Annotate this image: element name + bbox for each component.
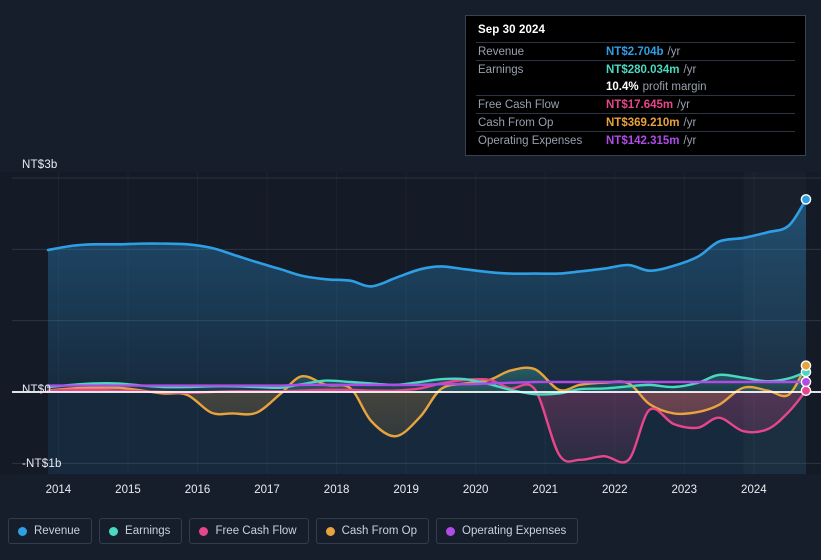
tooltip-row-value-group: NT$280.034m/yr xyxy=(606,64,696,76)
x-axis-tick-2020: 2020 xyxy=(462,484,489,496)
tooltip-row-unit: /yr xyxy=(683,63,697,76)
tooltip-row: Cash From Op NT$369.210m/yr xyxy=(476,113,795,131)
legend-item-earnings[interactable]: Earnings xyxy=(99,518,183,544)
legend-item-label: Operating Expenses xyxy=(462,525,567,537)
tooltip-row-value-group: 10.4% profit margin xyxy=(606,81,707,93)
legend-item-label: Free Cash Flow xyxy=(215,525,297,537)
tooltip-row-value: NT$2.704b xyxy=(606,45,664,58)
tooltip-row-value: NT$142.315m xyxy=(606,134,680,147)
x-axis-tick-2024: 2024 xyxy=(741,484,767,496)
x-axis-tick-2018: 2018 xyxy=(323,484,350,496)
tooltip-row-value: NT$280.034m xyxy=(606,63,680,76)
x-axis-tick-2023: 2023 xyxy=(671,484,698,496)
legend-item-label: Earnings xyxy=(125,525,171,537)
legend-color-dot xyxy=(109,526,119,536)
tooltip-row-unit: profit margin xyxy=(642,80,707,93)
x-axis-tick-2015: 2015 xyxy=(115,484,141,496)
tooltip-row-value: 10.4% xyxy=(606,80,639,93)
tooltip-row-value: NT$17.645m xyxy=(606,98,674,111)
tooltip-row-unit: /yr xyxy=(683,134,697,147)
tooltip-rows: Revenue NT$2.704b/yr Earnings NT$280.034m/y… xyxy=(476,42,795,149)
legend-item-cash-from-op[interactable]: Cash From Op xyxy=(315,518,430,544)
x-axis-tick-2022: 2022 xyxy=(601,484,628,496)
y-axis-label-top: NT$3b xyxy=(22,159,58,171)
tooltip-row-unit: /yr xyxy=(667,45,681,58)
data-tooltip: Sep 30 2024 Revenue NT$2.704b/yr Earnings N… xyxy=(465,15,806,156)
tooltip-row-label: Free Cash Flow xyxy=(478,98,560,111)
tooltip-row-unit: /yr xyxy=(677,98,690,111)
endpoint-marker-operating-expenses[interactable] xyxy=(800,376,812,388)
legend-color-dot xyxy=(325,526,335,536)
tooltip-row-label: Cash From Op xyxy=(478,116,554,129)
legend-item-revenue[interactable]: Revenue xyxy=(8,518,93,544)
y-axis-label-zero: NT$0 xyxy=(22,384,51,396)
legend-item-label: Revenue xyxy=(34,525,81,537)
tooltip-row-unit: /yr xyxy=(683,116,697,129)
tooltip-date: Sep 30 2024 xyxy=(478,24,545,36)
tooltip-row-label: Revenue xyxy=(478,45,525,58)
tooltip-row: Operating Expenses NT$142.315m/yr xyxy=(476,131,795,149)
financial-performance-chart: NT$3b NT$0 -NT$1b 2014 2015 2016 2017 2018 20… xyxy=(0,0,821,560)
tooltip-row-value-group: NT$17.645m/yr xyxy=(606,99,690,111)
x-axis-tick-2017: 2017 xyxy=(254,484,280,496)
x-axis-tick-2014: 2014 xyxy=(45,484,72,496)
endpoint-marker-cash-from-op[interactable] xyxy=(800,360,812,371)
tooltip-row-label: Earnings xyxy=(478,63,524,76)
tooltip-row-value-group: NT$369.210m/yr xyxy=(606,117,696,129)
tooltip-row: Free Cash Flow NT$17.645m/yr xyxy=(476,95,795,113)
tooltip-row-value: NT$369.210m xyxy=(606,116,680,129)
legend-item-label: Cash From Op xyxy=(341,525,418,537)
x-axis-tick-2016: 2016 xyxy=(184,484,211,496)
tooltip-row-value-group: NT$142.315m/yr xyxy=(606,135,696,147)
tooltip-row: 10.4% profit margin xyxy=(476,78,795,95)
endpoint-marker-revenue[interactable] xyxy=(800,194,812,205)
x-axis-tick-2021: 2021 xyxy=(532,484,559,496)
endpoint-marker-free-cash-flow[interactable] xyxy=(800,385,812,397)
legend-color-dot xyxy=(18,526,27,536)
tooltip-row-label: Operating Expenses xyxy=(478,134,583,147)
legend-item-operating-expenses[interactable]: Operating Expenses xyxy=(436,518,579,544)
x-axis-tick-2019: 2019 xyxy=(393,484,419,496)
tooltip-row-value-group: NT$2.704b/yr xyxy=(606,46,680,58)
chart-legend[interactable]: Revenue Earnings Free Cash Flow Cash From O… xyxy=(8,518,579,544)
legend-item-free-cash-flow[interactable]: Free Cash Flow xyxy=(189,518,309,544)
legend-color-dot xyxy=(199,526,209,536)
tooltip-row: Earnings NT$280.034m/yr xyxy=(476,60,795,78)
tooltip-row: Revenue NT$2.704b/yr xyxy=(476,42,795,60)
legend-color-dot xyxy=(446,526,456,536)
y-axis-label-bottom: -NT$1b xyxy=(22,458,62,470)
x-axis-labels: 2014 2015 2016 2017 2018 2019 2020 2021 2022 2023… xyxy=(0,484,821,502)
